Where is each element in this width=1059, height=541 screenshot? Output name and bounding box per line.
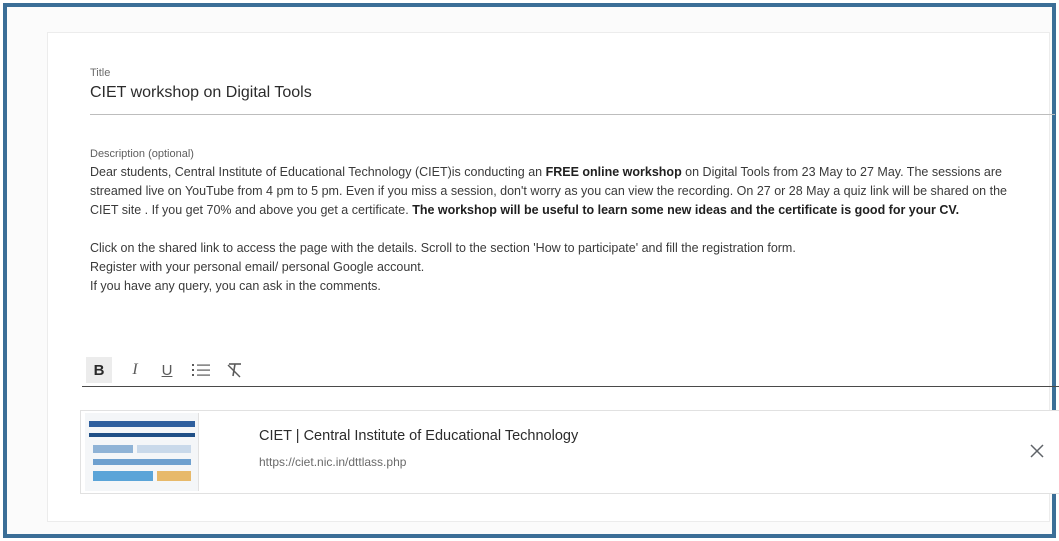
description-paragraph-4: If you have any query, you can ask in th… <box>90 279 381 293</box>
title-label: Title <box>90 67 111 79</box>
description-text: Dear students, Central Institute of Educ… <box>90 165 546 179</box>
bulleted-list-button[interactable] <box>188 357 214 383</box>
underline-button[interactable]: U <box>154 357 180 383</box>
description-bold-text: The workshop will be useful to learn som… <box>412 203 960 217</box>
attachment-url[interactable]: https://ciet.nic.in/dttlass.php <box>259 455 406 469</box>
editor: Title CIET workshop on Digital Tools Des… <box>52 25 1059 515</box>
description-bold-text: FREE online workshop <box>545 165 682 179</box>
attachment-title[interactable]: CIET | Central Institute of Educational … <box>259 428 578 444</box>
bold-button[interactable]: B <box>86 357 112 383</box>
clear-formatting-icon <box>227 363 241 378</box>
description-paragraph-2: Click on the shared link to access the p… <box>90 241 796 255</box>
remove-attachment-button[interactable] <box>1023 437 1051 465</box>
description-input[interactable]: Dear students, Central Institute of Educ… <box>90 163 1030 296</box>
bulleted-list-icon <box>192 364 210 376</box>
formatting-toolbar: B I U <box>82 355 1059 387</box>
underline-label: U <box>161 361 173 379</box>
clear-formatting-button[interactable] <box>222 357 248 383</box>
description-paragraph-3: Register with your personal email/ perso… <box>90 260 425 274</box>
description-field[interactable]: Description (optional) Dear students, Ce… <box>90 148 1055 374</box>
italic-button[interactable]: I <box>122 357 148 383</box>
close-icon <box>1030 444 1044 458</box>
description-label: Description (optional) <box>90 148 194 160</box>
description-paragraph-1: Dear students, Central Institute of Educ… <box>90 163 1030 220</box>
link-thumbnail <box>85 413 199 491</box>
title-input[interactable]: CIET workshop on Digital Tools <box>90 84 312 102</box>
link-attachment[interactable]: CIET | Central Institute of Educational … <box>80 410 1059 494</box>
title-field[interactable]: Title CIET workshop on Digital Tools <box>90 67 1055 115</box>
